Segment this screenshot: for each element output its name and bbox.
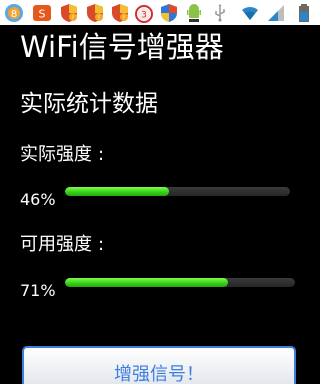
boost-signal-button[interactable]: 增强信号！ — [22, 346, 296, 384]
wifi-icon[interactable] — [240, 3, 260, 23]
available-strength-label-text: 可用强度 — [20, 234, 92, 255]
alarm-3-icon[interactable]: 3 — [134, 3, 154, 23]
svg-text:!: ! — [72, 15, 74, 22]
shield-alert-icon[interactable]: ! — [85, 3, 105, 23]
available-strength-label-colon: : — [98, 234, 105, 255]
actual-strength-progress-bar — [65, 187, 290, 196]
android-robot-icon[interactable] — [184, 3, 204, 23]
actual-strength-label: 实际强度: — [20, 142, 104, 168]
actual-strength-label-text: 实际强度 — [20, 144, 92, 165]
svg-text:!: ! — [98, 15, 100, 22]
actual-strength-progress-fill — [65, 187, 169, 196]
signal-icon[interactable] — [266, 3, 286, 23]
svg-text:!: ! — [123, 15, 125, 22]
battery-icon[interactable] — [294, 3, 314, 23]
actual-strength-value: 46% — [20, 190, 56, 209]
status-bar: 8 S ! ! ! 3 — [0, 0, 320, 25]
available-strength-progress-bar — [65, 278, 295, 287]
screen: 8 S ! ! ! 3 WiFi信号增强器 实际统计数据 实际强度: 46% … — [0, 0, 320, 384]
svg-text:8: 8 — [11, 9, 17, 20]
app-s-icon[interactable]: S — [32, 3, 52, 23]
available-strength-label: 可用强度: — [20, 232, 104, 258]
shield-alert-icon[interactable]: ! — [110, 3, 130, 23]
svg-text:3: 3 — [141, 11, 147, 21]
available-strength-value: 71% — [20, 281, 56, 300]
svg-text:S: S — [39, 8, 46, 21]
available-strength-progress-fill — [65, 278, 229, 287]
section-title: 实际统计数据 — [20, 91, 158, 117]
app-title: WiFi信号增强器 — [20, 30, 224, 64]
usb-icon[interactable] — [210, 3, 230, 23]
shield-alert-icon[interactable]: ! — [59, 3, 79, 23]
shield-icon[interactable] — [159, 3, 179, 23]
notification-badge-8-icon[interactable]: 8 — [4, 3, 24, 23]
actual-strength-label-colon: : — [98, 144, 105, 165]
